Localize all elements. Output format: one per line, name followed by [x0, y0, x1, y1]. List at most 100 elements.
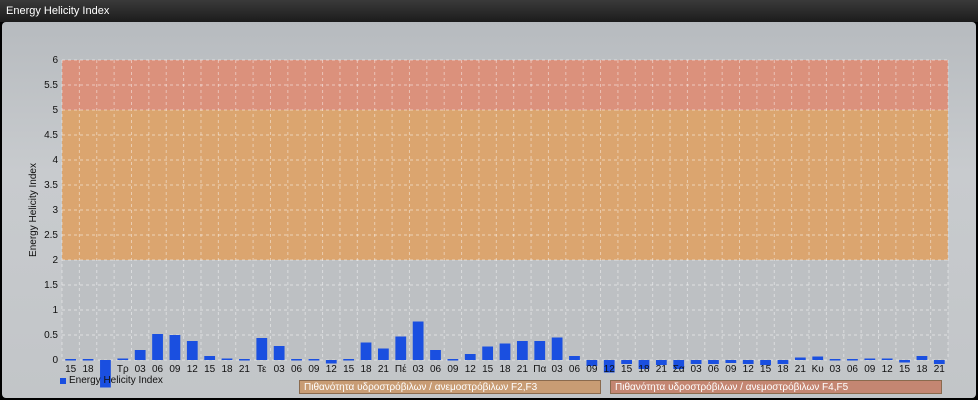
data-bar — [482, 346, 494, 360]
x-tick-label: 21 — [656, 364, 668, 375]
y-tick-label: 0.5 — [44, 330, 58, 341]
x-tick-label: 18 — [916, 364, 928, 375]
y-tick-label: 4 — [52, 155, 58, 166]
x-tick-label: 15 — [760, 364, 772, 375]
x-tick-label: 06 — [152, 364, 164, 375]
data-bar — [186, 341, 198, 360]
y-tick-label: 3 — [52, 205, 58, 216]
x-tick-label: 18 — [221, 364, 233, 375]
y-tick-label: 1 — [52, 305, 58, 316]
series-swatch — [60, 377, 66, 384]
data-bar — [395, 336, 407, 360]
x-tick-label: 09 — [169, 364, 181, 375]
chart-panel: 0 0.5 1 1.5 2 2.5 3 3.5 4 4.5 5 5.5 6 Energy Helicity… — [2, 22, 976, 398]
data-bar — [291, 359, 302, 361]
data-bar — [534, 341, 546, 360]
y-tick-label: 6 — [52, 55, 58, 66]
data-bar — [794, 357, 806, 360]
x-tick-label: 09 — [308, 364, 320, 375]
x-tick-label: 06 — [847, 364, 859, 375]
y-tick-label: 4.5 — [44, 130, 58, 141]
x-tick-label: 03 — [830, 364, 842, 375]
data-bar — [881, 358, 893, 360]
data-bar — [308, 359, 320, 361]
data-bar — [516, 341, 528, 360]
data-bar — [899, 360, 910, 363]
chart-window: Energy Helicity Index 0 0.5 1 1.5 2 2.5 3 3.5 4 4… — [0, 0, 978, 400]
x-tick-label: 12 — [604, 364, 616, 375]
data-bar — [65, 359, 77, 361]
x-tick-label: 15 — [482, 364, 494, 375]
data-bar — [343, 359, 355, 361]
x-tick-label: 09 — [864, 364, 876, 375]
data-bar — [829, 359, 841, 361]
x-tick-label: 15 — [621, 364, 633, 375]
series-legend[interactable]: Energy Helicity Index — [60, 375, 163, 386]
ehi-chart: 0 0.5 1 1.5 2 2.5 3 3.5 4 4.5 5 5.5 6 Energy Helicity… — [28, 55, 949, 388]
data-bar — [134, 350, 146, 360]
x-tick-label: 21 — [934, 364, 946, 375]
x-tick-label: 12 — [882, 364, 894, 375]
y-tick-label: 3.5 — [44, 180, 58, 191]
data-bar — [325, 360, 337, 364]
y-tick-label: 5.5 — [44, 80, 58, 91]
data-bar — [221, 358, 233, 360]
data-bar — [464, 354, 476, 360]
x-tick-label: 12 — [743, 364, 755, 375]
data-bar — [204, 356, 216, 360]
x-tick-label: Τρ — [117, 364, 129, 375]
x-tick-label: 03 — [691, 364, 703, 375]
y-tick-label: 2 — [52, 255, 58, 266]
x-tick-label: 21 — [378, 364, 390, 375]
x-tick-label: 21 — [795, 364, 807, 375]
x-tick-label: 06 — [291, 364, 303, 375]
x-tick-label: Κυ — [812, 364, 824, 375]
data-bar — [256, 338, 268, 360]
y-tick-label: 2.5 — [44, 230, 58, 241]
x-tick-label: Τε — [257, 364, 267, 375]
data-bar — [499, 343, 511, 360]
x-tick-label: Πέ — [395, 363, 407, 375]
data-bar — [360, 342, 372, 360]
data-bar — [169, 335, 181, 360]
data-bar — [430, 350, 441, 360]
data-bar — [117, 358, 129, 360]
data-bar — [412, 321, 424, 360]
x-tick-label: 09 — [586, 364, 598, 375]
window-title: Energy Helicity Index — [0, 0, 978, 22]
x-tick-label: 03 — [135, 364, 147, 375]
data-bar — [152, 334, 163, 360]
band-legend-f4f5[interactable]: Πιθανότητα υδροστρόβιλων / ανεμοστρόβιλω… — [610, 380, 942, 394]
x-tick-label: 18 — [360, 364, 372, 375]
band-legend-f2f3[interactable]: Πιθανότητα υδροστρόβιλων / ανεμοστρόβιλω… — [299, 380, 601, 394]
x-tick-label: 06 — [430, 364, 442, 375]
x-tick-label: 03 — [552, 364, 564, 375]
x-tick-label: 12 — [326, 364, 338, 375]
series-legend-label: Energy Helicity Index — [69, 375, 163, 386]
x-tick-label: 09 — [447, 364, 459, 375]
x-tick-label: 12 — [187, 364, 199, 375]
x-tick-label: Πα — [533, 364, 546, 375]
x-tick-label: 03 — [413, 364, 425, 375]
x-tick-label: 06 — [708, 364, 720, 375]
data-bar — [725, 360, 737, 363]
x-tick-label: 18 — [638, 364, 650, 375]
data-bar — [864, 358, 876, 360]
data-bar — [812, 356, 824, 360]
x-tick-label: 21 — [517, 364, 529, 375]
x-tick-label: 18 — [82, 364, 94, 375]
x-tick-label: 15 — [204, 364, 216, 375]
x-tick-label: 15 — [65, 364, 77, 375]
data-bar — [569, 356, 580, 360]
x-tick-label: 03 — [274, 364, 286, 375]
data-bar — [551, 337, 563, 360]
data-bar — [447, 359, 459, 361]
x-tick-label: 15 — [899, 364, 911, 375]
x-tick-label: 18 — [499, 364, 511, 375]
x-tick-label: 21 — [239, 364, 251, 375]
data-bar — [273, 346, 285, 360]
x-tick-label: 06 — [569, 364, 581, 375]
x-tick-label: 09 — [725, 364, 737, 375]
y-tick-label: 5 — [52, 105, 58, 116]
data-bar — [239, 359, 250, 361]
